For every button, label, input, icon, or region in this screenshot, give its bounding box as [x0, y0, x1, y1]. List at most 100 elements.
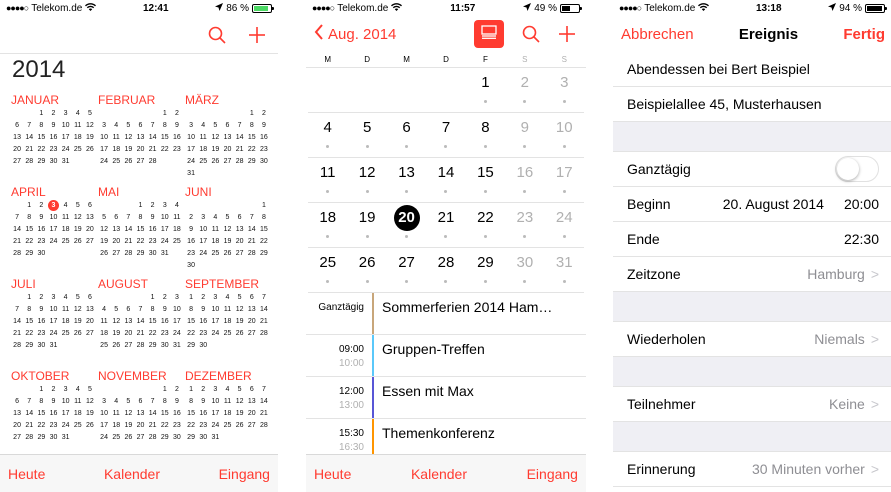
day-cell[interactable]: 6 [386, 113, 427, 158]
day-cell[interactable]: 1 [134, 200, 146, 212]
day-cell[interactable]: 3 [209, 384, 221, 396]
day-cell[interactable]: 28 [147, 432, 159, 444]
day-cell[interactable]: 26 [110, 340, 122, 352]
day-cell[interactable]: 12 [234, 304, 246, 316]
day-cell[interactable]: 7 [11, 304, 23, 316]
day-cell[interactable]: 20 [134, 144, 146, 156]
day-cell[interactable]: 30 [185, 260, 197, 272]
day-cell[interactable]: 16 [35, 224, 47, 236]
day-cell[interactable]: 8 [258, 212, 270, 224]
day-cell[interactable]: 28 [11, 248, 23, 260]
day-cell[interactable]: 30 [35, 340, 47, 352]
month-block[interactable]: AUGUST 1 2 3 4 5 6 7 8 9 10 11 12 13 14 15 16 17 18 19 20 21 2… [98, 276, 183, 364]
day-cell[interactable]: 29 [258, 248, 270, 260]
day-cell[interactable]: 20 [134, 420, 146, 432]
day-cell[interactable]: 6 [122, 304, 134, 316]
day-cell[interactable]: 10 [47, 212, 59, 224]
day-cell[interactable]: 4 [60, 200, 72, 212]
day-cell[interactable]: 29 [134, 248, 146, 260]
day-cell[interactable]: 5 [221, 212, 233, 224]
day-cell[interactable]: 31 [60, 432, 72, 444]
day-cell[interactable]: 20 [386, 203, 427, 248]
day-cell[interactable]: 19 [72, 224, 84, 236]
day-cell[interactable]: 16 [505, 158, 545, 203]
day-cell[interactable]: 9 [505, 113, 545, 158]
day-cell[interactable]: 8 [147, 304, 159, 316]
add-icon[interactable] [248, 26, 266, 44]
day-cell[interactable]: 18 [110, 420, 122, 432]
day-cell[interactable]: 11 [72, 396, 84, 408]
day-cell[interactable]: 18 [171, 224, 183, 236]
day-cell[interactable]: 7 [134, 304, 146, 316]
day-cell[interactable]: 4 [209, 212, 221, 224]
day-cell[interactable]: 13 [122, 316, 134, 328]
month-block[interactable]: NOVEMBER 1 2 3 4 5 6 7 8 9 10 11 12 13 14 15 16 17 18 19 20 2… [98, 368, 183, 456]
day-cell[interactable]: 17 [209, 408, 221, 420]
day-cell[interactable]: 19 [98, 236, 110, 248]
day-cell[interactable]: 17 [209, 316, 221, 328]
day-cell[interactable]: 3 [60, 384, 72, 396]
day-cell[interactable]: 13 [110, 224, 122, 236]
day-cell[interactable]: 29 [246, 156, 258, 168]
day-cell[interactable]: 3 [47, 292, 59, 304]
day-cell[interactable]: 5 [98, 212, 110, 224]
month-block[interactable]: APRIL 1 2 3 4 5 6 7 8 9 10 11 12 13 14 15 16 17 18 19 20 21 22… [11, 184, 96, 272]
day-cell[interactable]: 20 [221, 144, 233, 156]
day-cell[interactable]: 8 [35, 396, 47, 408]
day-cell[interactable]: 24 [47, 236, 59, 248]
day-cell[interactable]: 24 [47, 328, 59, 340]
day-cell[interactable]: 30 [47, 156, 59, 168]
day-cell[interactable]: 10 [159, 212, 171, 224]
day-cell[interactable]: 12 [110, 316, 122, 328]
day-cell[interactable]: 26 [209, 156, 221, 168]
day-cell[interactable]: 10 [544, 113, 584, 158]
day-cell[interactable]: 6 [246, 384, 258, 396]
day-cell[interactable]: 13 [11, 408, 23, 420]
day-cell[interactable]: 28 [11, 340, 23, 352]
day-cell[interactable]: 23 [185, 248, 197, 260]
day-cell[interactable]: 14 [234, 132, 246, 144]
day-cell[interactable]: 14 [11, 316, 23, 328]
day-cell[interactable]: 5 [122, 120, 134, 132]
day-cell[interactable]: 16 [197, 408, 209, 420]
day-cell[interactable]: 4 [171, 200, 183, 212]
day-cell[interactable]: 23 [35, 328, 47, 340]
end-row[interactable]: Ende 22:30 [613, 222, 891, 257]
day-cell[interactable]: 17 [60, 132, 72, 144]
day-cell[interactable]: 19 [122, 420, 134, 432]
day-cell[interactable]: 26 [221, 248, 233, 260]
day-cell[interactable]: 7 [122, 212, 134, 224]
day-cell[interactable]: 8 [159, 396, 171, 408]
day-cell[interactable]: 28 [122, 248, 134, 260]
day-cell[interactable]: 31 [209, 432, 221, 444]
day-cell[interactable]: 1 [465, 68, 506, 113]
timezone-row[interactable]: Zeitzone Hamburg > [613, 257, 891, 292]
day-cell[interactable]: 14 [246, 224, 258, 236]
day-cell[interactable]: 12 [209, 132, 221, 144]
day-cell[interactable]: 25 [72, 144, 84, 156]
day-cell[interactable]: 29 [35, 432, 47, 444]
day-cell[interactable]: 20 [246, 316, 258, 328]
day-cell[interactable]: 2 [197, 292, 209, 304]
day-cell[interactable]: 8 [23, 212, 35, 224]
day-cell[interactable]: 6 [134, 120, 146, 132]
day-cell[interactable]: 13 [84, 304, 96, 316]
day-cell[interactable]: 4 [221, 292, 233, 304]
day-cell[interactable]: 27 [246, 420, 258, 432]
day-cell[interactable]: 13 [246, 396, 258, 408]
day-cell[interactable]: 20 [84, 316, 96, 328]
day-cell[interactable]: 1 [246, 108, 258, 120]
day-cell[interactable]: 27 [246, 328, 258, 340]
day-cell[interactable]: 6 [234, 212, 246, 224]
day-cell[interactable]: 10 [171, 304, 183, 316]
today-marker[interactable]: 3 [47, 200, 59, 211]
day-cell[interactable]: 16 [47, 408, 59, 420]
day-cell[interactable]: 29 [147, 340, 159, 352]
back-button[interactable]: Aug. 2014 [314, 24, 396, 44]
day-cell[interactable]: 3 [60, 108, 72, 120]
day-cell[interactable]: 31 [171, 340, 183, 352]
day-cell[interactable]: 19 [234, 408, 246, 420]
day-cell[interactable]: 6 [84, 292, 96, 304]
day-cell[interactable]: 15 [134, 224, 146, 236]
day-cell[interactable]: 8 [159, 120, 171, 132]
